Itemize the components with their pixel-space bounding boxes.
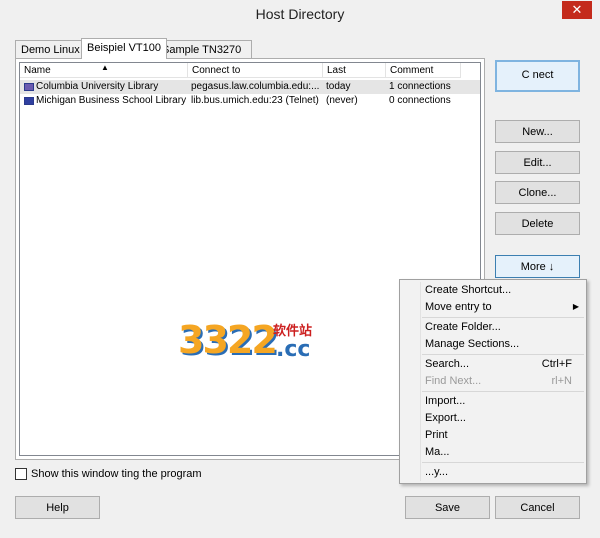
- menu-item-last[interactable]: ...y...: [425, 466, 448, 478]
- row-connect-to: lib.bus.umich.edu:23 (Telnet): [191, 95, 319, 106]
- menu-item-search[interactable]: Search...: [425, 358, 469, 370]
- menu-gutter: [420, 282, 421, 481]
- row-name: Columbia University Library: [36, 81, 159, 92]
- show-window-label: Show this window ting the program: [31, 468, 202, 480]
- menu-shortcut-find-next: rl+N: [551, 375, 572, 387]
- row-name: Michigan Business School Library: [36, 95, 187, 106]
- menu-separator: [422, 391, 584, 392]
- new-button[interactable]: New...: [495, 120, 580, 143]
- menu-item-print[interactable]: Print: [425, 429, 448, 441]
- column-header-last-connect[interactable]: Last Connect: [323, 63, 386, 91]
- host-icon: [24, 97, 34, 105]
- column-header-name-label: Name: [24, 65, 51, 76]
- title-bar: Host Directory ✕: [0, 0, 600, 29]
- close-icon: ✕: [571, 2, 583, 17]
- more-context-menu: Create Shortcut... Move entry to ▶ Creat…: [399, 279, 587, 484]
- menu-separator: [422, 317, 584, 318]
- menu-separator: [422, 354, 584, 355]
- menu-item-create-folder[interactable]: Create Folder...: [425, 321, 501, 333]
- clone-button[interactable]: Clone...: [495, 181, 580, 204]
- menu-item-move-entry[interactable]: Move entry to: [425, 301, 492, 313]
- watermark-logo: 3322 软件站 .cc: [178, 318, 328, 368]
- tab-beispiel-vt100[interactable]: Beispiel VT100: [81, 38, 167, 59]
- save-button[interactable]: Save: [405, 496, 490, 519]
- column-header-name[interactable]: Name ▲: [20, 63, 188, 78]
- menu-item-create-shortcut[interactable]: Create Shortcut...: [425, 284, 511, 296]
- window-title: Host Directory: [255, 6, 345, 22]
- submenu-arrow-icon: ▶: [572, 302, 579, 311]
- sort-ascending-icon: ▲: [101, 63, 109, 72]
- row-connect-to: pegasus.law.columbia.edu:...: [191, 81, 320, 92]
- delete-button[interactable]: Delete: [495, 212, 580, 235]
- more-button[interactable]: More ↓: [495, 255, 580, 278]
- close-button[interactable]: ✕: [562, 1, 592, 19]
- menu-item-manage-sections[interactable]: Manage Sections...: [425, 338, 519, 350]
- connect-button[interactable]: C nect: [495, 60, 580, 92]
- watermark-number: 3322: [178, 318, 278, 362]
- table-row[interactable]: Michigan Business School Library lib.bus…: [20, 94, 480, 108]
- tab-demo-linux[interactable]: Demo Linux: [15, 40, 85, 59]
- tab-sample-tn3270[interactable]: Sample TN3270: [156, 40, 252, 59]
- column-header-connect-to[interactable]: Connect to: [188, 63, 323, 78]
- table-row[interactable]: Columbia University Library pegasus.law.…: [20, 80, 480, 94]
- edit-button[interactable]: Edit...: [495, 151, 580, 174]
- menu-item-find-next[interactable]: Find Next...: [425, 375, 481, 387]
- menu-item-more[interactable]: Ma...: [425, 446, 449, 458]
- menu-item-export[interactable]: Export...: [425, 412, 466, 424]
- menu-shortcut-search: Ctrl+F: [541, 358, 572, 370]
- host-icon: [24, 83, 34, 91]
- watermark-cc: .cc: [276, 337, 311, 362]
- column-header-comment[interactable]: Comment: [386, 63, 461, 78]
- row-comment: 1 connections: [389, 81, 451, 92]
- cancel-button[interactable]: Cancel: [495, 496, 580, 519]
- menu-item-import[interactable]: Import...: [425, 395, 465, 407]
- row-last-connect: today: [326, 81, 351, 92]
- menu-separator: [422, 462, 584, 463]
- help-button[interactable]: Help: [15, 496, 100, 519]
- row-last-connect: (never): [326, 95, 358, 106]
- row-comment: 0 connections: [389, 95, 451, 106]
- show-window-checkbox[interactable]: [15, 468, 27, 480]
